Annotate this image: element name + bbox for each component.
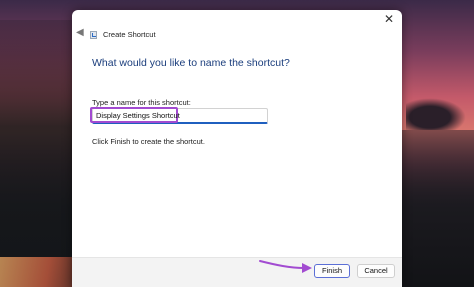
background-sea-rocks <box>406 98 466 130</box>
cancel-button[interactable]: Cancel <box>357 264 395 278</box>
background-trees-left <box>0 20 78 287</box>
background-trees-right <box>402 130 474 287</box>
close-icon[interactable]: ✕ <box>382 12 396 26</box>
title-bar: ◀ Create Shortcut <box>72 10 402 55</box>
name-field-label: Type a name for this shortcut: <box>92 98 191 107</box>
shortcut-name-value: Display Settings Shortcut <box>96 111 180 120</box>
page-heading: What would you like to name the shortcut… <box>92 57 290 69</box>
finish-button[interactable]: Finish <box>314 264 350 278</box>
create-shortcut-dialog: ◀ Create Shortcut ✕ What would you like … <box>72 10 402 287</box>
dialog-footer <box>72 257 402 287</box>
finish-hint-text: Click Finish to create the shortcut. <box>92 137 205 146</box>
back-arrow-icon[interactable]: ◀ <box>76 28 86 38</box>
shortcut-icon <box>90 31 97 39</box>
annotation-arrow-icon <box>259 260 312 273</box>
window-title: Create Shortcut <box>103 30 156 39</box>
